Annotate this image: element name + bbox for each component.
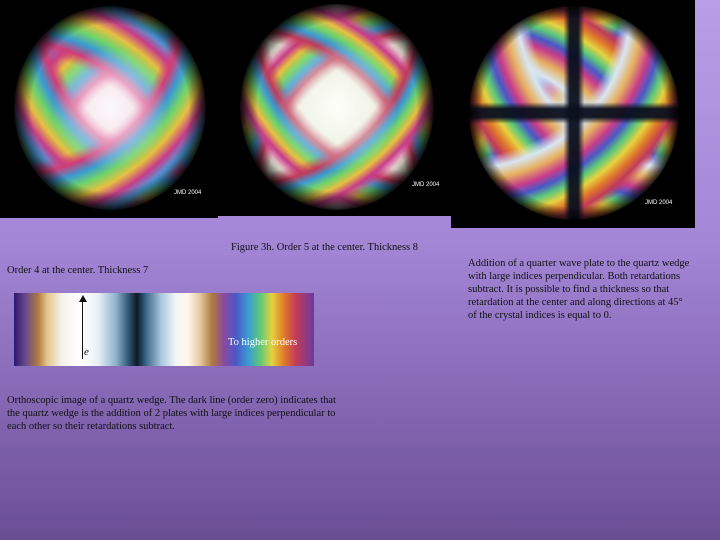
interference-figure-order-4: JMD 2004: [0, 0, 218, 218]
figure-3-caption: Addition of a quarter wave plate to the …: [468, 258, 690, 321]
figure-credit: JMD 2004: [412, 182, 440, 188]
figure-2-caption: Figure 3h. Order 5 at the center. Thickn…: [231, 242, 419, 253]
quartz-wedge-image: e To higher orders: [14, 293, 314, 366]
axis-arrowhead: [79, 295, 87, 302]
to-higher-orders-label: To higher orders: [228, 337, 298, 348]
fringe-pattern-disk: [469, 6, 679, 220]
axis-line-vertical: [82, 299, 83, 359]
figure-1-caption: Order 4 at the center. Thickness 7: [7, 265, 149, 276]
wedge-caption: Orthoscopic image of a quartz wedge. The…: [7, 395, 336, 432]
fringe-pattern-disk: [240, 4, 434, 210]
figure-credit: JMD 2004: [174, 190, 202, 196]
interference-figure-quarter-wave: JMD 2004: [451, 0, 695, 228]
figure-credit: JMD 2004: [645, 200, 673, 206]
axis-label: e: [84, 346, 89, 358]
interference-figure-order-5: JMD 2004: [218, 0, 451, 216]
fringe-pattern-disk: [14, 6, 206, 210]
